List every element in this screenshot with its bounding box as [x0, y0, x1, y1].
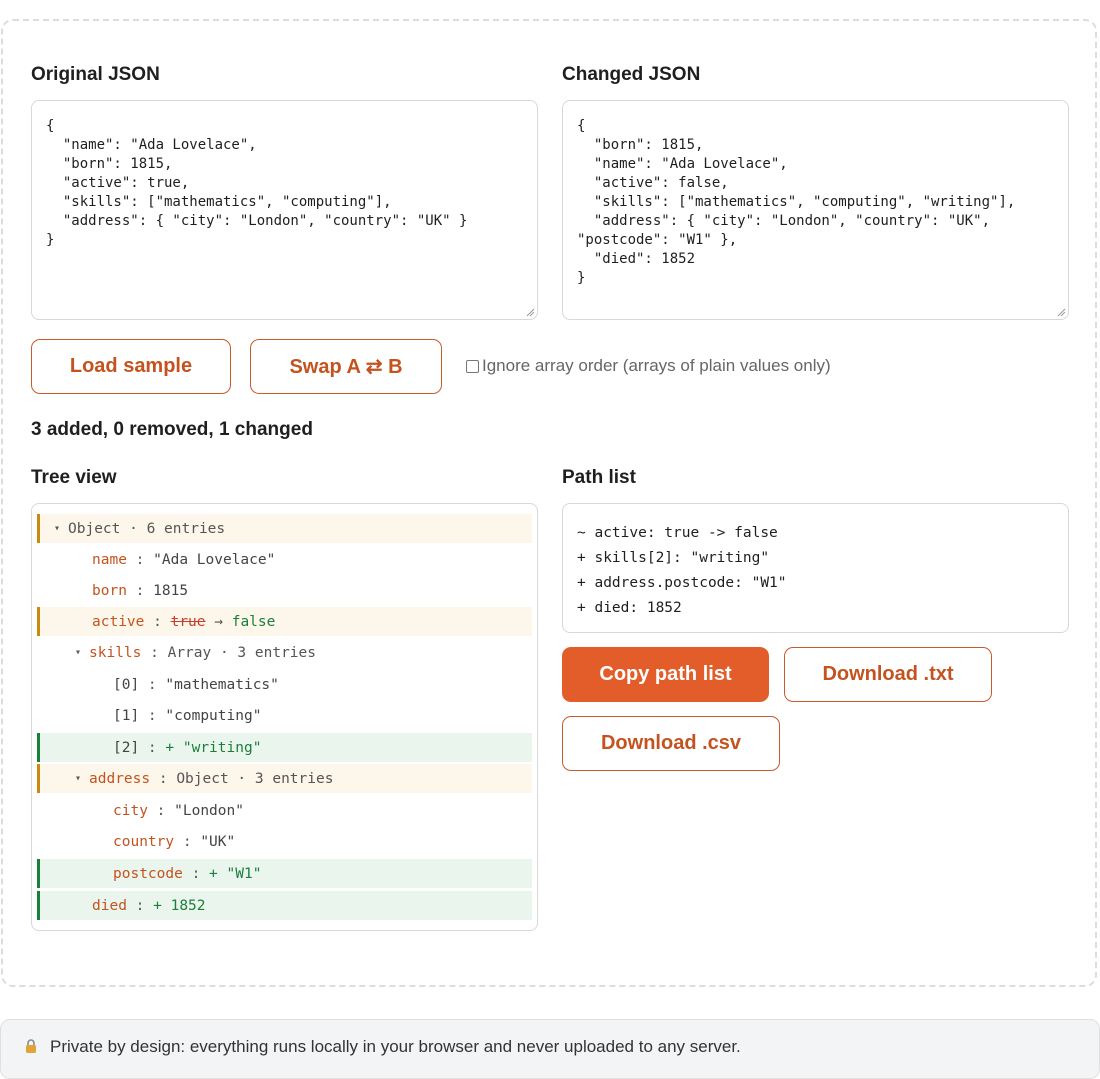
privacy-footer-text: Private by design: everything runs local…	[50, 1037, 741, 1056]
copy-path-list-button[interactable]: Copy path list	[562, 647, 769, 702]
ignore-order-label: Ignore array order (arrays of plain valu…	[482, 356, 831, 375]
tree-row-name: name : "Ada Lovelace"	[92, 551, 276, 568]
tree-row-city: city : "London"	[113, 802, 244, 819]
path-list-label: Path list	[562, 467, 636, 488]
ignore-order-checkbox[interactable]	[466, 359, 479, 373]
resize-grip-icon[interactable]	[525, 307, 535, 317]
tree-row-country: country : "UK"	[113, 833, 236, 850]
resize-grip-icon[interactable]	[1056, 307, 1066, 317]
original-json-input[interactable]: { "name": "Ada Lovelace", "born": 1815, …	[31, 100, 538, 320]
download-txt-button[interactable]: Download .txt	[784, 647, 992, 702]
tree-row-skills[interactable]: ▾ skills : Array · 3 entries	[37, 638, 532, 667]
tree-row-active: active : true → false	[37, 607, 532, 636]
tree-row-skills-2: [2] : + "writing"	[37, 733, 532, 762]
changed-json-input[interactable]: { "born": 1815, "name": "Ada Lovelace", …	[562, 100, 1069, 320]
tree-row-skills-0: [0] : "mathematics"	[113, 676, 279, 693]
collapse-caret-icon[interactable]: ▾	[46, 523, 68, 534]
original-json-label: Original JSON	[31, 64, 160, 85]
tree-row-born: born : 1815	[92, 582, 189, 599]
tree-row-died: died : + 1852	[37, 891, 532, 920]
ignore-order-option[interactable]: Ignore array order (arrays of plain valu…	[466, 356, 831, 376]
download-csv-button[interactable]: Download .csv	[562, 716, 780, 771]
load-sample-button[interactable]: Load sample	[31, 339, 231, 394]
tree-row-root[interactable]: ▾ Object · 6 entries	[37, 514, 532, 543]
swap-button[interactable]: Swap A ⇄ B	[250, 339, 442, 394]
tree-row-skills-1: [1] : "computing"	[113, 707, 262, 724]
lock-icon	[26, 1039, 36, 1053]
tree-view: ▾ Object · 6 entries name : "Ada Lovelace…	[31, 503, 538, 931]
diff-summary: 3 added, 0 removed, 1 changed	[31, 419, 313, 440]
tree-row-address[interactable]: ▾ address : Object · 3 entries	[37, 764, 532, 793]
collapse-caret-icon[interactable]: ▾	[67, 647, 89, 658]
tree-view-label: Tree view	[31, 467, 117, 488]
collapse-caret-icon[interactable]: ▾	[67, 773, 89, 784]
tree-row-postcode: postcode : + "W1"	[37, 859, 532, 888]
path-list-output: ~ active: true -> false + skills[2]: "wr…	[562, 503, 1069, 633]
changed-json-label: Changed JSON	[562, 64, 701, 85]
